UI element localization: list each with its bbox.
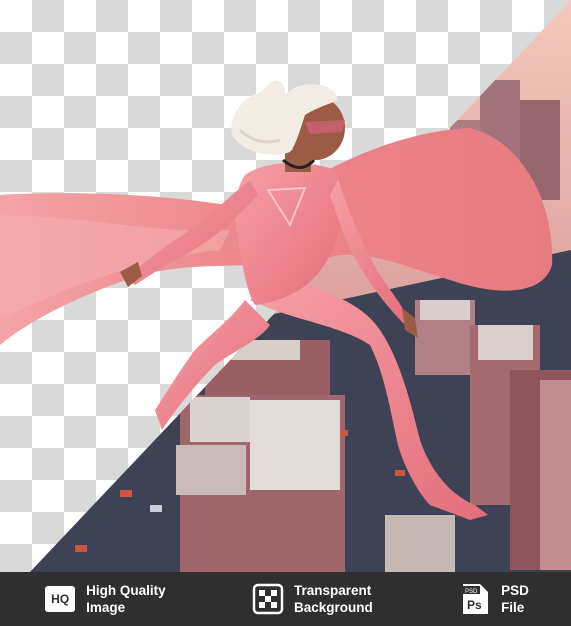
psd-file-icon: PSD Ps xyxy=(457,581,493,617)
transparent-background-icon xyxy=(250,581,286,617)
stock-preview: HQ High Quality Image Transparent Backgr… xyxy=(0,0,571,626)
feature-label-line2: Background xyxy=(293,600,373,615)
feature-footer: HQ High Quality Image Transparent Backgr… xyxy=(0,572,571,626)
feature-transparent-background: Transparent Background xyxy=(250,581,373,617)
ps-badge: Ps xyxy=(467,598,482,612)
superheroine-scene xyxy=(0,0,571,572)
psd-badge-top: PSD xyxy=(465,589,478,595)
hq-icon: HQ xyxy=(42,581,78,617)
feature-psd-file: PSD Ps PSD File xyxy=(457,581,529,617)
feature-high-quality: HQ High Quality Image xyxy=(42,581,166,617)
feature-label-line2: File xyxy=(501,600,525,615)
feature-label-line1: High Quality xyxy=(86,583,166,598)
feature-label-line1: PSD xyxy=(501,583,529,598)
feature-label-line2: Image xyxy=(86,600,126,615)
feature-label-line1: Transparent xyxy=(293,583,372,598)
